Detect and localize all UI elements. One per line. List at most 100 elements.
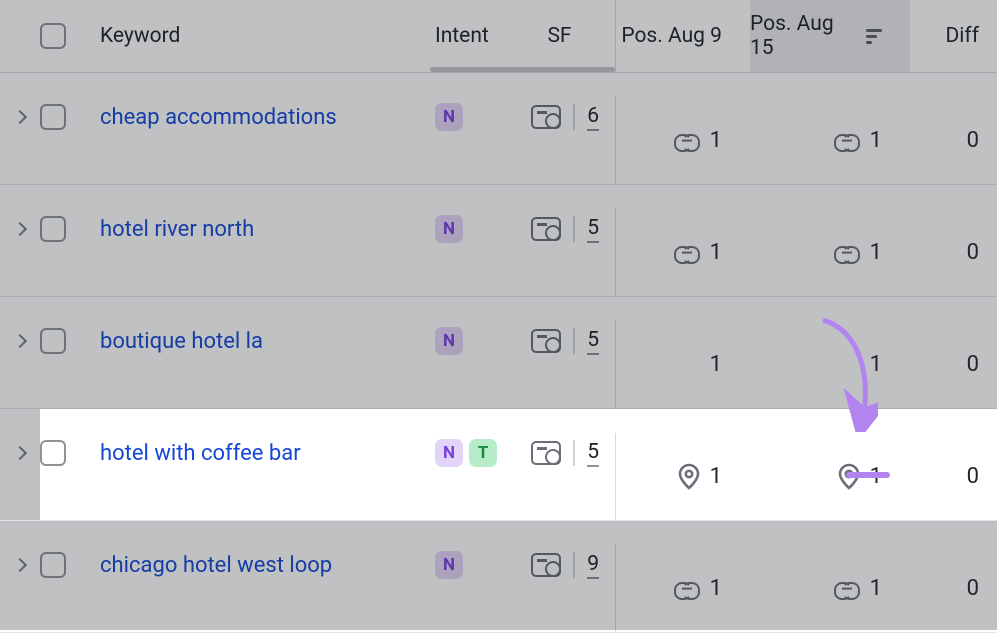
table-header-row: Keyword Intent SF Pos. Aug 9 Pos. Aug 15… [0, 0, 997, 73]
serp-features-icon[interactable] [531, 441, 561, 465]
position-value: 1 [870, 352, 882, 377]
position-value: 1 [870, 128, 882, 153]
keyword-link[interactable]: hotel river north [100, 217, 254, 242]
chevron-right-icon [13, 334, 27, 348]
row-checkbox[interactable] [40, 552, 66, 578]
chevron-right-icon [13, 558, 27, 572]
expand-row-toggle[interactable] [0, 545, 40, 585]
keyword-cell: cheap accommodations [100, 97, 435, 137]
position-aug15-cell: 1 [750, 545, 910, 632]
expand-row-toggle[interactable] [0, 97, 40, 137]
diff-cell: 0 [910, 321, 997, 408]
row-checkbox-cell [40, 433, 100, 473]
select-all-checkbox[interactable] [40, 23, 66, 49]
annotation-underline [846, 472, 890, 478]
chevron-right-icon [13, 110, 27, 124]
sf-count[interactable]: 5 [587, 440, 599, 467]
sf-cell: 6 [520, 97, 615, 137]
expand-row-toggle[interactable] [0, 209, 40, 249]
row-checkbox[interactable] [40, 440, 66, 466]
diff-value: 0 [967, 576, 979, 601]
map-pin-icon [678, 463, 700, 491]
divider [573, 216, 575, 242]
row-checkbox[interactable] [40, 328, 66, 354]
row-checkbox-cell [40, 97, 100, 137]
sort-descending-icon [866, 29, 882, 44]
intent-cell: NT [435, 433, 520, 473]
row-checkbox[interactable] [40, 216, 66, 242]
keyword-link[interactable]: hotel with coffee bar [100, 441, 301, 466]
position-aug15-cell: 1 [750, 209, 910, 296]
intent-badge-n[interactable]: N [435, 327, 463, 355]
diff-value: 0 [967, 464, 979, 489]
expand-row-toggle[interactable] [0, 321, 40, 361]
divider [573, 440, 575, 466]
column-header-intent-label: Intent [435, 24, 489, 48]
sf-cell: 5 [520, 321, 615, 361]
serp-features-icon[interactable] [531, 105, 561, 129]
intent-cell: N [435, 97, 520, 137]
column-header-keyword[interactable]: Keyword [100, 0, 435, 72]
expand-row-toggle[interactable] [0, 433, 40, 473]
serp-features-icon[interactable] [531, 329, 561, 353]
intent-badge-n[interactable]: N [435, 551, 463, 579]
intent-cell: N [435, 209, 520, 249]
diff-cell: 0 [910, 433, 997, 520]
serp-features-icon[interactable] [531, 217, 561, 241]
column-header-pos-aug9-label: Pos. Aug 9 [621, 24, 722, 48]
keyword-cell: boutique hotel la [100, 321, 435, 361]
intent-cell: N [435, 545, 520, 585]
serp-features-icon[interactable] [531, 553, 561, 577]
position-value: 1 [710, 128, 722, 153]
keyword-cell: chicago hotel west loop [100, 545, 435, 585]
diff-cell: 0 [910, 545, 997, 632]
intent-badge-n[interactable]: N [435, 103, 463, 131]
column-header-keyword-label: Keyword [100, 24, 180, 48]
diff-value: 0 [967, 128, 979, 153]
table-row: hotel river northN5110 [0, 185, 997, 297]
keyword-link[interactable]: cheap accommodations [100, 105, 337, 130]
position-value: 1 [710, 352, 722, 377]
row-checkbox[interactable] [40, 104, 66, 130]
position-aug15-cell: 1 [750, 97, 910, 184]
position-value: 1 [870, 576, 882, 601]
keyword-table: Keyword Intent SF Pos. Aug 9 Pos. Aug 15… [0, 0, 997, 633]
row-checkbox-cell [40, 209, 100, 249]
column-header-sf[interactable]: SF [520, 0, 615, 72]
diff-cell: 0 [910, 97, 997, 184]
link-icon [674, 134, 700, 148]
intent-badge-t[interactable]: T [469, 439, 497, 467]
keyword-cell: hotel with coffee bar [100, 433, 435, 473]
column-header-pos-aug15[interactable]: Pos. Aug 15 [750, 0, 910, 72]
link-icon [834, 134, 860, 148]
diff-value: 0 [967, 240, 979, 265]
horizontal-scroll-indicator[interactable] [430, 67, 615, 72]
sf-cell: 5 [520, 209, 615, 249]
intent-badge-n[interactable]: N [435, 439, 463, 467]
sf-count[interactable]: 6 [587, 104, 599, 131]
diff-value: 0 [967, 352, 979, 377]
column-header-intent[interactable]: Intent [435, 0, 520, 72]
keyword-cell: hotel river north [100, 209, 435, 249]
divider [573, 552, 575, 578]
keyword-link[interactable]: chicago hotel west loop [100, 553, 332, 578]
position-aug9-cell: 1 [615, 209, 750, 296]
sf-count[interactable]: 5 [587, 328, 599, 355]
column-header-diff-label: Diff [946, 24, 980, 48]
position-value: 1 [710, 464, 722, 489]
sf-count[interactable]: 5 [587, 216, 599, 243]
keyword-link[interactable]: boutique hotel la [100, 329, 263, 354]
link-icon [834, 246, 860, 260]
row-checkbox-cell [40, 545, 100, 585]
intent-cell: N [435, 321, 520, 361]
chevron-right-icon [13, 222, 27, 236]
table-row: cheap accommodations N 6 1 1 0 [0, 73, 997, 185]
sf-count[interactable]: 9 [587, 552, 599, 579]
column-header-diff[interactable]: Diff [910, 0, 997, 72]
column-header-pos-aug9[interactable]: Pos. Aug 9 [615, 0, 750, 72]
link-icon [674, 582, 700, 596]
table-row: boutique hotel la N 5 1 1 0 [0, 297, 997, 409]
sf-cell: 5 [520, 433, 615, 473]
row-checkbox-cell [40, 321, 100, 361]
intent-badge-n[interactable]: N [435, 215, 463, 243]
